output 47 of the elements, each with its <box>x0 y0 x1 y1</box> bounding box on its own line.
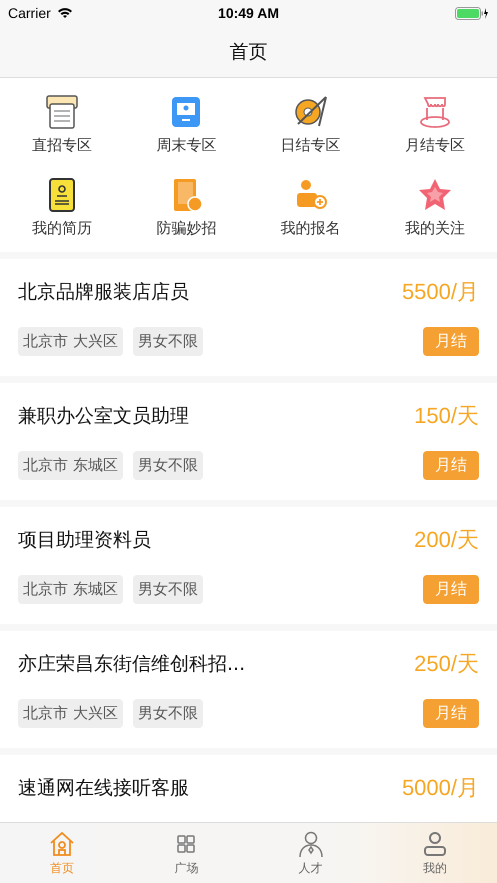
job-title: 北京品牌服装店店员 <box>18 280 189 305</box>
job-card[interactable]: 亦庄荣昌东街信维创科招... 250/天 北京市 大兴区 男女不限 月结 <box>0 631 497 748</box>
job-card[interactable]: 项目助理资料员 200/天 北京市 东城区 男女不限 月结 <box>0 507 497 624</box>
carrier-name: Carrier <box>8 5 51 21</box>
job-tag: 男女不限 <box>132 451 203 480</box>
payment-badge: 月结 <box>423 451 479 480</box>
job-salary: 250/天 <box>414 650 479 678</box>
category-link[interactable]: 我的简历 <box>32 219 92 238</box>
job-title: 兼职办公室文员助理 <box>18 404 189 429</box>
payment-badge: 月结 <box>423 575 479 604</box>
payment-badge: 月结 <box>423 327 479 356</box>
tab-bar-item[interactable]: 人才 <box>248 823 373 883</box>
job-tag: 北京市 东城区 <box>18 575 123 604</box>
job-tag: 男女不限 <box>132 575 203 604</box>
job-title: 项目助理资料员 <box>18 528 151 553</box>
category-link[interactable]: 我的报名 <box>280 219 341 238</box>
job-title: 速通网在线接听客服 <box>18 776 189 801</box>
category-link[interactable]: 周末专区 <box>156 136 216 155</box>
tab-bar-item[interactable]: 广场 <box>124 823 248 883</box>
person-icon <box>296 830 325 858</box>
job-tag: 北京市 东城区 <box>18 451 123 480</box>
star-icon <box>416 177 453 213</box>
job-salary: 200/天 <box>414 526 479 554</box>
job-tag: 男女不限 <box>132 327 203 356</box>
job-salary: 5000/月 <box>402 774 479 802</box>
wifi-icon <box>56 7 73 19</box>
job-card[interactable]: 北京品牌服装店店员 5500/月 北京市 大兴区 男女不限 月结 <box>0 259 497 376</box>
category-link[interactable]: 月结专区 <box>404 136 465 155</box>
clock-time: 10:49 AM <box>218 5 279 21</box>
tab-bar-item[interactable]: 我的 <box>372 823 497 883</box>
job-card[interactable]: 速通网在线接听客服 5000/月 <box>0 755 497 822</box>
job-card[interactable]: 兼职办公室文员助理 150/天 北京市 东城区 男女不限 月结 <box>0 383 497 500</box>
category-link[interactable]: 直招专区 <box>32 136 92 155</box>
page-title: 首页 <box>230 40 268 64</box>
job-tag: 北京市 大兴区 <box>18 327 123 356</box>
job-tag: 北京市 大兴区 <box>18 699 123 728</box>
job-salary: 150/天 <box>414 402 479 430</box>
document-icon <box>44 94 80 130</box>
job-tag: 男女不限 <box>132 699 203 728</box>
category-link[interactable]: 防骗妙招 <box>156 219 216 238</box>
job-salary: 5500/月 <box>402 278 479 306</box>
payment-badge: 月结 <box>423 699 479 728</box>
home-icon <box>48 830 76 858</box>
category-link[interactable]: 日结专区 <box>280 136 341 155</box>
category-link[interactable]: 我的关注 <box>404 219 465 238</box>
job-title: 亦庄荣昌东街信维创科招... <box>18 652 246 677</box>
battery-icon <box>455 6 490 20</box>
